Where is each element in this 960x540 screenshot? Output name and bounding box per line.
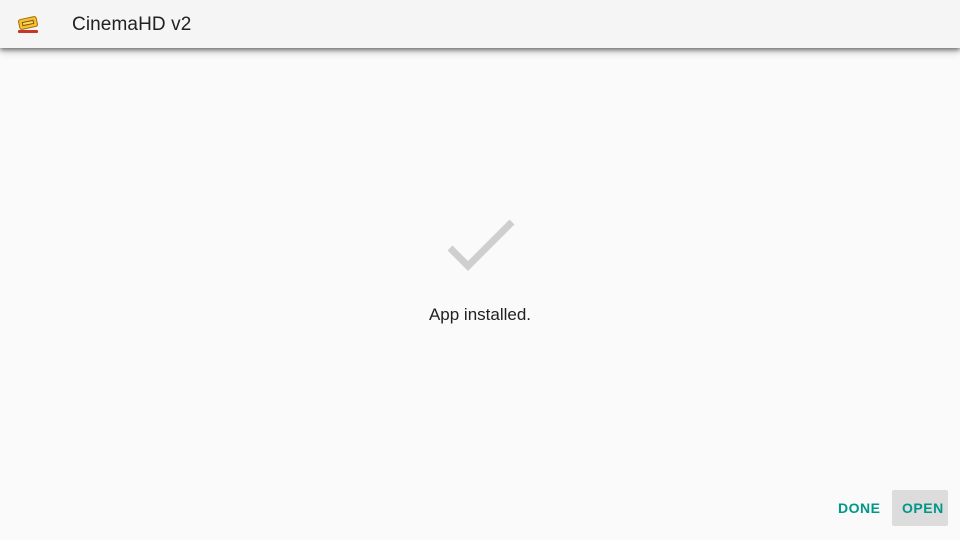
check-icon [444,216,516,274]
app-title: CinemaHD v2 [72,14,192,35]
app-bar: CinemaHD v2 [0,0,960,48]
open-button[interactable]: OPEN [892,490,948,526]
install-status-text: App installed. [428,305,532,324]
done-button[interactable]: DONE [828,490,884,526]
install-complete-screen: CinemaHD v2 App installed. DONE OPEN [0,0,960,540]
cinema-ticket-icon [16,12,40,36]
